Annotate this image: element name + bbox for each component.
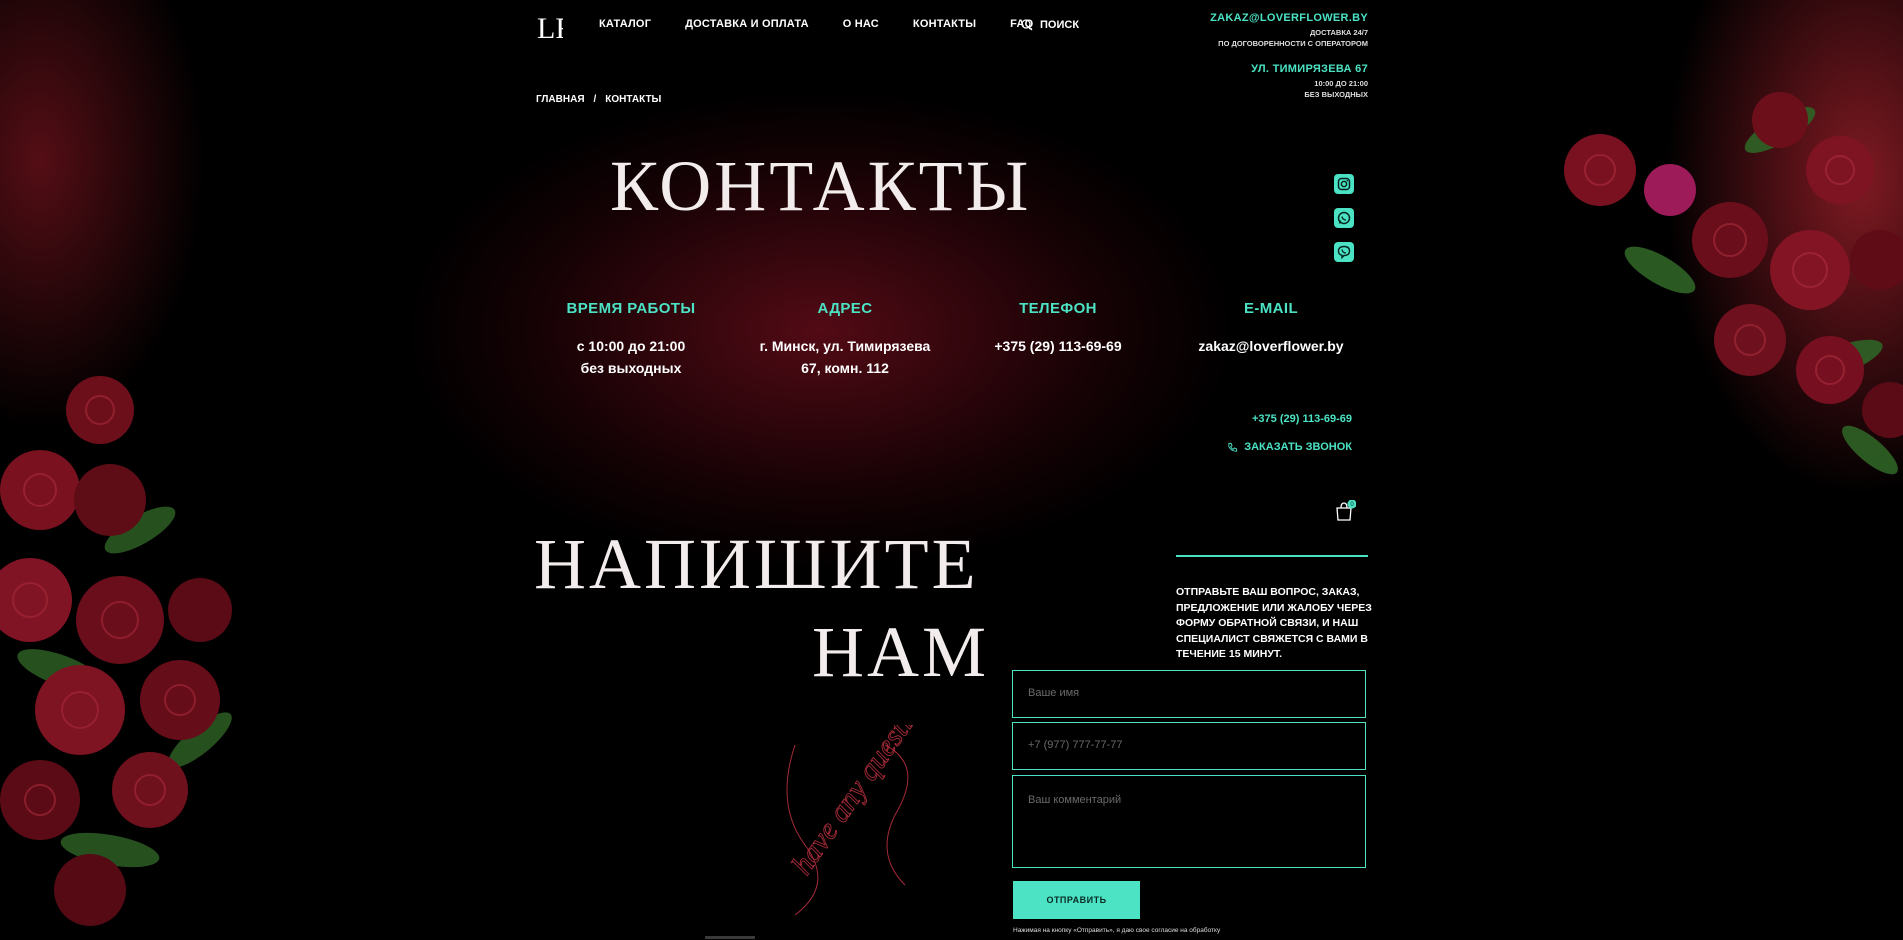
breadcrumb: ГЛАВНАЯ / КОНТАКТЫ xyxy=(536,94,661,105)
search-label: ПОИСК xyxy=(1040,19,1080,31)
consent-text: Нажимая на кнопку «Отправить», я даю сво… xyxy=(1013,927,1221,934)
delivery-line-2: ПО ДОГОВОРЕННОСТИ С ОПЕРАТОРОМ xyxy=(1218,39,1368,48)
instagram-icon xyxy=(1337,177,1351,191)
whatsapp-button[interactable] xyxy=(1334,208,1354,228)
write-us-line-1: НАПИШИТЕ xyxy=(534,524,979,604)
form-description: ОТПРАВЬТЕ ВАШ ВОПРОС, ЗАКАЗ, ПРЕДЛОЖЕНИЕ… xyxy=(1176,586,1372,660)
info-email: E-MAIL zakaz@loverflower.by xyxy=(1176,292,1366,408)
instagram-button[interactable] xyxy=(1334,174,1354,194)
roses-left-decoration xyxy=(0,376,232,926)
info-phone: ТЕЛЕФОН +375 (29) 113-69-69 xyxy=(963,292,1153,408)
info-address: АДРЕС г. Минск, ул. Тимирязева 67, комн.… xyxy=(750,292,940,408)
info-hours-line-2: без выходных xyxy=(580,360,682,376)
order-call-button[interactable]: ЗАКАЗАТЬ ЗВОНОК xyxy=(1227,441,1352,453)
whatsapp-icon xyxy=(1337,211,1351,225)
comment-placeholder: Ваш комментарий xyxy=(1028,794,1122,806)
hours-line-1: 10:00 ДО 21:00 xyxy=(1314,79,1368,88)
submit-button[interactable]: ОТПРАВИТЬ xyxy=(1013,881,1140,919)
form-divider xyxy=(1176,555,1368,557)
search-icon xyxy=(1021,19,1033,31)
page-title: КОНТАКТЫ xyxy=(610,146,1032,226)
callback-phone[interactable]: +375 (29) 113-69-69 xyxy=(1252,413,1352,425)
hours-line-2: БЕЗ ВЫХОДНЫХ xyxy=(1304,90,1368,99)
roses-right-decoration xyxy=(1564,92,1903,475)
nav-delivery[interactable]: ДОСТАВКА И ОПЛАТА xyxy=(685,18,809,30)
handwritten-script: have any questions xyxy=(785,725,935,916)
cart-button[interactable]: 0 xyxy=(1334,499,1357,522)
name-field[interactable]: Ваше имя xyxy=(1012,670,1366,718)
breadcrumb-home[interactable]: ГЛАВНАЯ xyxy=(536,94,585,105)
header-email[interactable]: ZAKAZ@LOVERFLOWER.BY xyxy=(1210,12,1368,24)
phone-placeholder: +7 (977) 777-77-77 xyxy=(1028,739,1123,751)
info-address-heading: АДРЕС xyxy=(817,300,873,317)
info-phone-value[interactable]: +375 (29) 113-69-69 xyxy=(963,335,1153,357)
nav-contacts[interactable]: КОНТАКТЫ xyxy=(913,18,976,30)
nav-catalog[interactable]: КАТАЛОГ xyxy=(599,18,651,30)
order-call-label: ЗАКАЗАТЬ ЗВОНОК xyxy=(1244,441,1352,453)
header-address[interactable]: УЛ. ТИМИРЯЗЕВА 67 xyxy=(1210,63,1368,75)
write-us-line-2: НАМ xyxy=(811,612,989,692)
info-phone-heading: ТЕЛЕФОН xyxy=(1019,300,1097,317)
logo-text: LF xyxy=(537,12,563,45)
info-email-heading: E-MAIL xyxy=(1243,300,1299,317)
main-nav: КАТАЛОГ ДОСТАВКА И ОПЛАТА О НАС КОНТАКТЫ… xyxy=(599,18,1067,30)
info-hours-heading: ВРЕМЯ РАБОТЫ xyxy=(566,300,696,317)
phone-field[interactable]: +7 (977) 777-77-77 xyxy=(1012,722,1366,770)
shopping-bag-icon: 0 xyxy=(1336,499,1357,521)
logo[interactable]: LF xyxy=(537,10,563,46)
search-button[interactable]: ПОИСК xyxy=(1021,19,1079,31)
write-us-title: НАПИШИТЕ НАМ xyxy=(534,520,989,696)
phone-icon xyxy=(1228,442,1238,452)
info-email-value[interactable]: zakaz@loverflower.by xyxy=(1176,335,1366,357)
comment-field[interactable]: Ваш комментарий xyxy=(1012,775,1366,868)
info-address-line-2: 67, комн. 112 xyxy=(801,360,889,376)
viber-button[interactable] xyxy=(1334,242,1354,262)
name-placeholder: Ваше имя xyxy=(1028,687,1080,699)
info-address-line-1: г. Минск, ул. Тимирязева xyxy=(759,338,931,354)
delivery-line-1: ДОСТАВКА 24/7 xyxy=(1309,28,1368,37)
script-text: have any questions xyxy=(785,725,935,881)
horizontal-scrollbar[interactable] xyxy=(705,936,755,939)
nav-about[interactable]: О НАС xyxy=(843,18,879,30)
info-hours: ВРЕМЯ РАБОТЫ с 10:00 до 21:00 без выходн… xyxy=(536,292,726,408)
info-hours-line-1: с 10:00 до 21:00 xyxy=(576,338,686,354)
viber-icon xyxy=(1337,245,1351,260)
header-contacts: ZAKAZ@LOVERFLOWER.BY ДОСТАВКА 24/7 ПО ДО… xyxy=(1210,12,1368,100)
breadcrumb-current: КОНТАКТЫ xyxy=(605,94,662,105)
breadcrumb-separator: / xyxy=(593,94,597,105)
